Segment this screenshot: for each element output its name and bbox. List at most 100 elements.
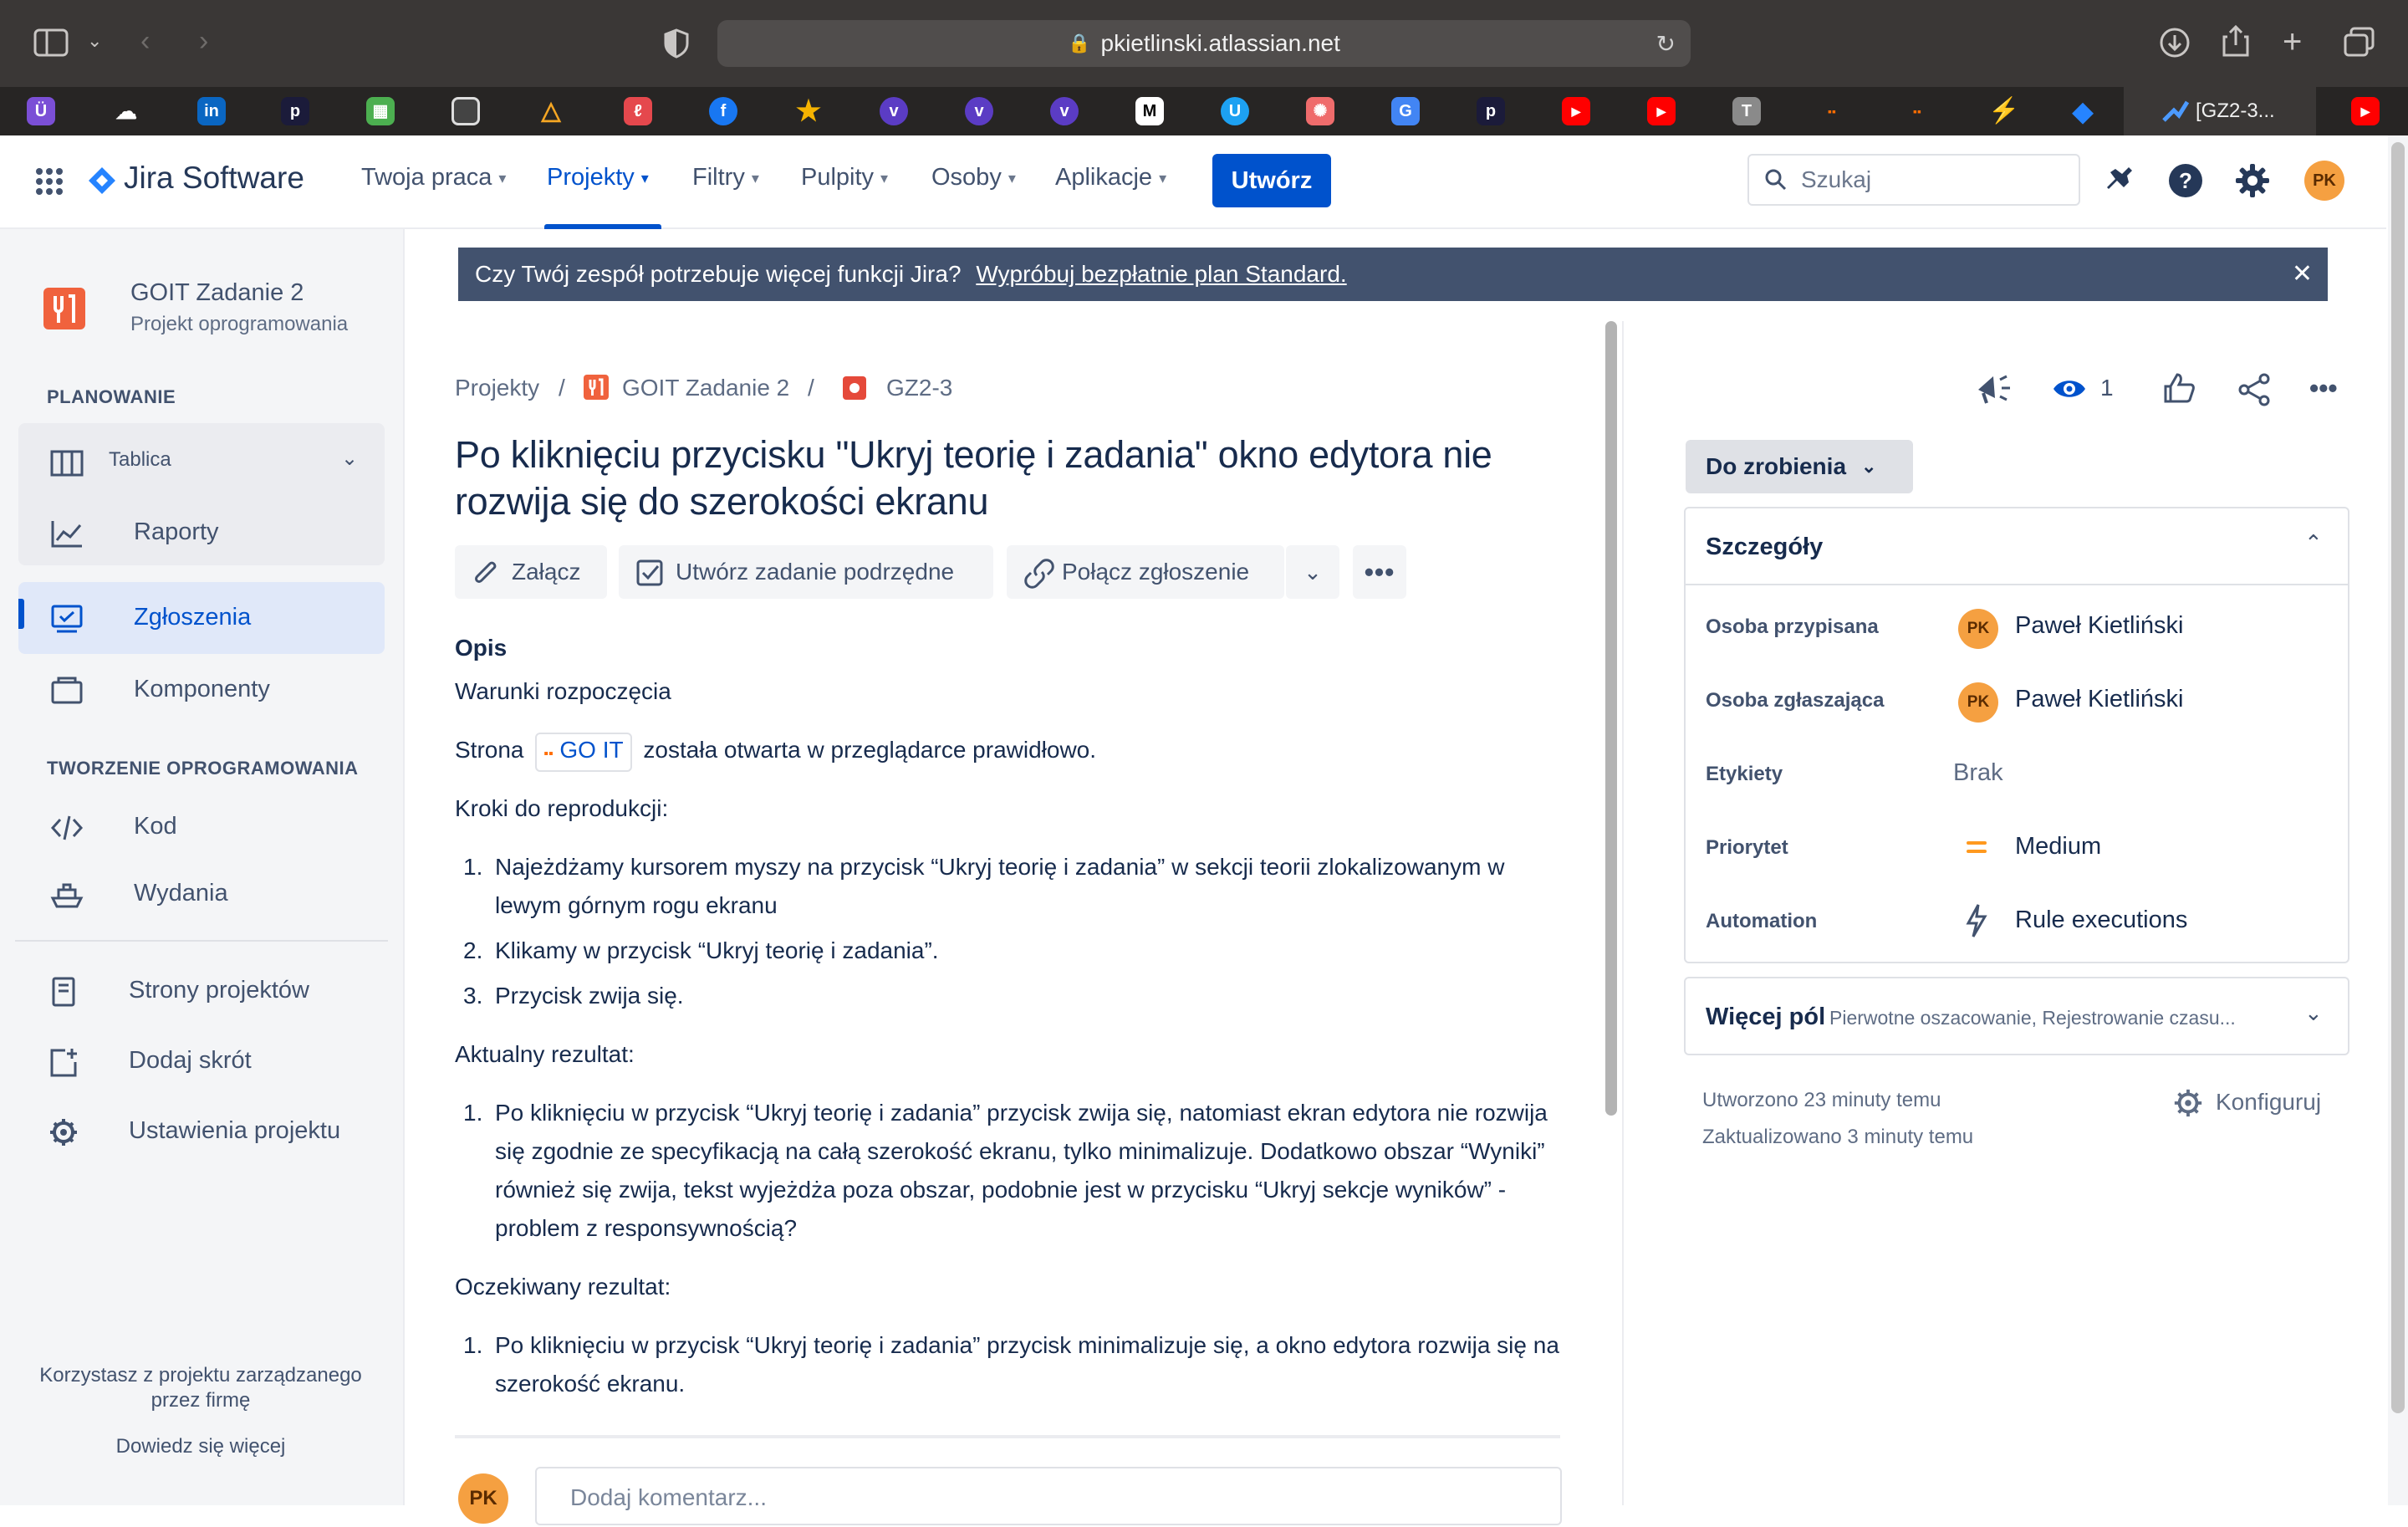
share-icon[interactable] [2221, 23, 2251, 59]
nav-label: Pulpity [801, 164, 875, 191]
new-tab-icon[interactable]: + [2283, 25, 2302, 59]
attach-button[interactable]: Załącz [455, 545, 607, 599]
sidebar-item-project-settings[interactable]: Ustawienia projektu [18, 1095, 385, 1167]
sidebar-item-components[interactable]: Komponenty [18, 654, 385, 726]
settings-gear-icon[interactable] [2234, 162, 2271, 199]
comment-input[interactable]: Dodaj komentarz... [535, 1467, 1562, 1525]
pinned-tab-icon[interactable]: M [1135, 97, 1164, 125]
share-icon[interactable] [2237, 373, 2271, 406]
pinned-tab-icon[interactable]: p [1477, 97, 1505, 125]
goit-icon[interactable]: ▪▪ [1903, 97, 1931, 125]
pinned-tab-icon[interactable]: ☁ [112, 97, 140, 125]
address-bar[interactable]: 🔒 pkietlinski.atlassian.net ↻ [717, 20, 1691, 67]
nav-dashboards[interactable]: Pulpity ▾ [801, 164, 888, 192]
status-label: Do zrobienia [1706, 453, 1847, 479]
sidebar-toggle-icon[interactable] [33, 28, 70, 59]
list-item: 1. Najeżdżamy kursorem myszy na przycisk… [463, 848, 1550, 932]
create-button[interactable]: Utwórz [1212, 154, 1331, 207]
goit-link-chip[interactable]: ▪▪ GO IT [535, 733, 632, 772]
tab-overview-icon[interactable] [2343, 27, 2376, 59]
more-actions-button[interactable]: ••• [1353, 545, 1406, 599]
status-dropdown[interactable]: Do zrobienia ⌄ [1686, 440, 1913, 493]
star-icon[interactable]: ★ [794, 97, 823, 125]
sidebar-item-code[interactable]: Kod [18, 791, 385, 863]
megaphone-icon[interactable] [1975, 373, 2012, 406]
more-fields-panel[interactable]: Więcej pól Pierwotne oszacowanie, Rejest… [1684, 977, 2349, 1055]
close-icon[interactable]: ✕ [2292, 248, 2313, 301]
page-scrollbar[interactable] [2391, 142, 2405, 1413]
banner-link[interactable]: Wypróbuj bezpłatnie plan Standard. [976, 261, 1346, 287]
chevron-down-icon[interactable]: ⌄ [87, 32, 102, 50]
project-avatar-icon[interactable] [43, 288, 85, 329]
pinned-tab-icon[interactable]: ℓ [624, 97, 652, 125]
pinned-tab-icon[interactable]: U [1221, 97, 1249, 125]
details-header[interactable]: Szczegóły ⌃ [1686, 508, 2348, 585]
pinned-tab-icon[interactable]: ✺ [1306, 97, 1334, 125]
pinned-tab-icon[interactable]: v [1050, 97, 1079, 125]
nav-people[interactable]: Osoby ▾ [931, 164, 1016, 192]
forward-icon[interactable]: › [199, 27, 208, 55]
priority-value[interactable]: Medium [2015, 833, 2101, 861]
content-scrollbar[interactable] [1605, 321, 1617, 1116]
automation-value[interactable]: Rule executions [2015, 906, 2187, 934]
shield-icon[interactable] [664, 28, 689, 59]
pinned-tab-icon[interactable]: v [965, 97, 993, 125]
pinned-tab-icon[interactable]: T [1732, 97, 1761, 125]
create-subtask-button[interactable]: Utwórz zadanie podrzędne [619, 545, 993, 599]
managed-project-note: Korzystasz z projektu zarządzanego przez… [39, 1364, 362, 1412]
search-input[interactable]: Szukaj [1747, 154, 2080, 206]
chevron-down-icon: ⌄ [1303, 559, 1322, 585]
link-issue-dropdown[interactable]: ⌄ [1286, 545, 1339, 599]
nav-apps[interactable]: Aplikacje ▾ [1055, 164, 1166, 192]
product-logo-text[interactable]: Jira Software [124, 161, 304, 196]
pinned-tab-icon[interactable]: v [880, 97, 908, 125]
breadcrumb-projects[interactable]: Projekty [455, 375, 539, 401]
thumbs-up-icon[interactable] [2162, 371, 2196, 405]
breadcrumb-issue-key[interactable]: GZ2-3 [886, 375, 952, 401]
reload-icon[interactable]: ↻ [1656, 30, 1676, 58]
link-issue-button[interactable]: Połącz zgłoszenie [1007, 545, 1284, 599]
youtube-icon[interactable]: ▶ [1562, 97, 1590, 125]
lightning-icon[interactable]: ⚡ [1988, 97, 2019, 125]
sidebar-item-project-pages[interactable]: Strony projektów [18, 955, 385, 1027]
user-avatar[interactable]: PK [2304, 161, 2344, 201]
goit-icon[interactable]: ▪▪ [1818, 97, 1846, 125]
download-icon[interactable] [2159, 27, 2191, 59]
sidebar-item-add-shortcut[interactable]: Dodaj skrót [18, 1025, 385, 1097]
reporter-value[interactable]: Paweł Kietliński [2015, 686, 2183, 713]
nav-projects[interactable]: Projekty ▾ [547, 164, 649, 192]
youtube-icon[interactable]: ▶ [1647, 97, 1676, 125]
app-switcher-icon[interactable] [35, 167, 64, 196]
labels-value[interactable]: Brak [1953, 759, 2003, 787]
youtube-icon[interactable]: ▶ [2351, 97, 2380, 125]
linkedin-icon[interactable]: in [197, 97, 226, 125]
pinned-tab-icon[interactable]: p [281, 97, 309, 125]
pinned-tab-icon[interactable]: △ [537, 97, 565, 125]
sidebar-item-reports[interactable]: Raporty [18, 497, 385, 569]
chevron-down-icon[interactable]: ⌄ [341, 447, 358, 471]
sidebar-item-releases[interactable]: Wydania [18, 858, 385, 930]
breadcrumb-project[interactable]: GOIT Zadanie 2 [622, 375, 789, 401]
pinned-tab-icon[interactable]: Ü [27, 97, 55, 125]
assignee-value[interactable]: Paweł Kietliński [2015, 612, 2183, 640]
watch-eye-icon[interactable] [2052, 376, 2087, 401]
more-icon[interactable]: ••• [2309, 373, 2338, 404]
sidebar-item-issues[interactable]: Zgłoszenia [18, 582, 385, 654]
notifications-icon[interactable] [2104, 164, 2134, 197]
pinned-tab-icon[interactable]: ▦ [366, 97, 395, 125]
nav-filters[interactable]: Filtry ▾ [692, 164, 759, 192]
issue-title[interactable]: Po kliknięciu przycisku "Ukryj teorię i … [455, 432, 1575, 525]
nav-your-work[interactable]: Twoja praca ▾ [361, 164, 506, 192]
active-tab[interactable]: [GZ2-3... [2124, 87, 2316, 135]
learn-more-link[interactable]: Dowiedz się więcej [25, 1435, 376, 1458]
pinned-tab-icon[interactable] [452, 97, 480, 125]
jira-icon[interactable]: ◆ [2069, 97, 2097, 125]
help-icon[interactable]: ? [2167, 162, 2204, 199]
project-name[interactable]: GOIT Zadanie 2 [130, 279, 304, 307]
jira-logo-icon[interactable] [87, 166, 117, 196]
watchers-count[interactable]: 1 [2100, 375, 2114, 401]
sidebar-item-board[interactable]: Tablica ⌄ [18, 426, 385, 498]
facebook-icon[interactable]: f [709, 97, 737, 125]
translate-icon[interactable]: G [1391, 97, 1420, 125]
back-icon[interactable]: ‹ [140, 27, 150, 55]
